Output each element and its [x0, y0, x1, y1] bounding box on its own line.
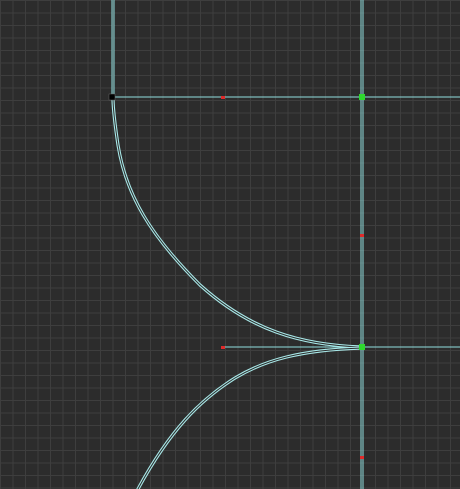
path-editor-canvas[interactable]	[0, 0, 460, 489]
anchor-point-top-right-selected[interactable]	[359, 94, 365, 100]
upper-bezier-curve[interactable]	[111, 96, 364, 349]
control-handle-right-lower[interactable]	[360, 456, 364, 459]
control-handle-top[interactable]	[221, 96, 225, 99]
vector-scene[interactable]	[0, 0, 460, 489]
control-handle-right-upper[interactable]	[360, 234, 364, 237]
anchor-point-start[interactable]	[108, 93, 116, 101]
lower-bezier-curve[interactable]	[136, 346, 364, 489]
control-handle-middle[interactable]	[221, 346, 225, 349]
upper-bezier-curve-core	[112, 97, 363, 348]
anchor-point-middle-selected[interactable]	[359, 344, 365, 350]
